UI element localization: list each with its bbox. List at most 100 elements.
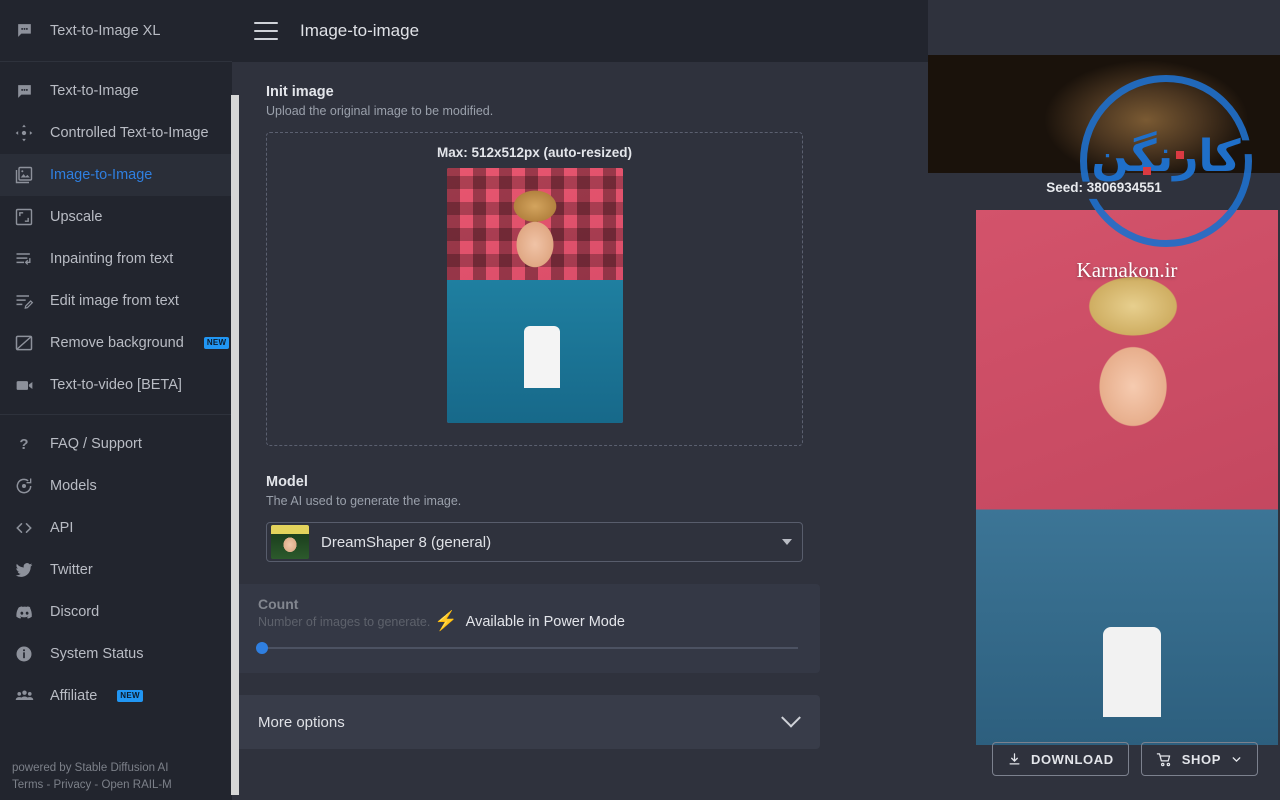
shopping-cart-icon <box>1156 751 1173 768</box>
download-icon <box>1007 752 1022 767</box>
sidebar-item-label: Edit image from text <box>50 293 179 309</box>
previous-result-strip[interactable] <box>928 55 1280 173</box>
sidebar-item-edit-image-from-text[interactable]: Edit image from text <box>0 280 232 322</box>
sidebar-footer: powered by Stable Diffusion AI Terms - P… <box>0 754 232 800</box>
sidebar-item-affiliate[interactable]: Affiliate NEW <box>0 675 232 717</box>
sidebar-header[interactable]: Text-to-Image XL <box>0 0 232 62</box>
chevron-down-icon[interactable] <box>1230 753 1243 766</box>
status-badge: NEW <box>203 337 230 349</box>
download-button-label: DOWNLOAD <box>1030 751 1114 767</box>
sidebar-item-label: Remove background <box>50 335 184 351</box>
powered-by-text: powered by Stable Diffusion AI <box>12 762 169 774</box>
chat-bubble-icon <box>12 79 36 103</box>
chevron-down-icon[interactable] <box>781 707 801 728</box>
settings-form: Init image Upload the original image to … <box>234 84 866 749</box>
sidebar-item-label: Upscale <box>50 209 103 225</box>
sidebar-divider <box>0 414 232 415</box>
init-image-title: Init image <box>266 84 334 100</box>
more-options-label: More options <box>258 713 345 731</box>
sidebar: Text-to-Image XL Text-to-Image Controlle… <box>0 0 239 800</box>
edit-lines-icon <box>12 289 36 313</box>
sidebar-item-discord[interactable]: Discord <box>0 591 232 633</box>
page-title: Image-to-image <box>300 21 420 40</box>
sidebar-item-api[interactable]: API <box>0 507 232 549</box>
model-avatar <box>271 525 309 559</box>
sidebar-item-label: Text-to-Image <box>50 83 139 99</box>
chat-bubble-icon <box>12 21 36 40</box>
sidebar-scroll-area: Text-to-Image Controlled Text-to-Image I… <box>0 62 232 754</box>
overlay-watermark-text: Karnakon.ir <box>1076 258 1178 282</box>
sidebar-item-label: Text-to-video [BETA] <box>50 377 182 393</box>
sidebar-item-label: FAQ / Support <box>50 436 142 452</box>
model-section: Model The AI used to generate the image.… <box>266 474 866 562</box>
inpaint-icon <box>12 247 36 271</box>
sidebar-item-models[interactable]: Models <box>0 465 232 507</box>
twitter-bird-icon <box>12 558 36 582</box>
previous-result-image <box>928 55 1280 173</box>
image-icon <box>12 163 36 187</box>
hamburger-icon[interactable] <box>254 22 278 40</box>
power-mode-label: Available in Power Mode <box>465 613 625 630</box>
sidebar-item-inpainting-from-text[interactable]: Inpainting from text <box>0 238 232 280</box>
sidebar-item-label: API <box>50 520 74 536</box>
sidebar-item-label: System Status <box>50 646 144 662</box>
init-image-subtitle: Upload the original image to be modified… <box>266 104 494 118</box>
preview-panel: Seed: 3806934551 Karnakon.ir DOWNLOAD SH… <box>928 0 1280 800</box>
power-mode-notice: ⚡ Available in Power Mode <box>434 612 625 631</box>
sidebar-item-label: Models <box>50 478 97 494</box>
expand-icon <box>12 205 36 229</box>
count-title: Count <box>258 596 299 612</box>
svg-text:?: ? <box>19 436 28 453</box>
generated-image[interactable]: Karnakon.ir <box>976 210 1278 745</box>
sidebar-item-controlled-text-to-image[interactable]: Controlled Text-to-Image <box>0 112 232 154</box>
sidebar-scrollbar[interactable] <box>231 95 239 795</box>
model-title: Model <box>266 474 308 490</box>
model-select[interactable]: DreamShaper 8 (general) <box>266 522 803 562</box>
remove-bg-icon <box>12 331 36 355</box>
discord-icon <box>12 600 36 624</box>
app-root: Text-to-Image XL Text-to-Image Controlle… <box>0 0 1280 800</box>
slider-track <box>258 647 798 649</box>
shop-button[interactable]: SHOP <box>1140 742 1258 776</box>
sidebar-item-faq-support[interactable]: ? FAQ / Support <box>0 423 232 465</box>
init-image-section: Init image Upload the original image to … <box>266 84 866 446</box>
seed-label: Seed: 3806934551 <box>1046 180 1162 195</box>
dropzone-max-label: Max: 512x512px (auto-resized) <box>436 145 633 160</box>
sidebar-item-label: Controlled Text-to-Image <box>50 125 209 141</box>
sidebar-item-label: Discord <box>50 604 100 620</box>
question-mark-icon: ? <box>12 432 36 456</box>
chevron-down-icon[interactable] <box>782 539 792 545</box>
sidebar-item-label: Inpainting from text <box>50 251 174 267</box>
count-section: Count Number of images to generate. ⚡ Av… <box>234 584 820 673</box>
model-subtitle: The AI used to generate the image. <box>266 494 462 508</box>
sidebar-item-image-to-image[interactable]: Image-to-Image <box>0 154 232 196</box>
sidebar-item-text-to-video[interactable]: Text-to-video [BETA] <box>0 364 232 406</box>
result-actions: DOWNLOAD SHOP <box>928 742 1280 776</box>
sidebar-item-remove-background[interactable]: Remove background NEW <box>0 322 232 364</box>
sidebar-item-label: Affiliate <box>50 688 98 704</box>
shop-button-label: SHOP <box>1181 751 1221 767</box>
download-button[interactable]: DOWNLOAD <box>991 742 1129 776</box>
sidebar-item-label: Image-to-Image <box>50 167 153 183</box>
init-image-thumbnail[interactable] <box>446 168 623 423</box>
init-image-dropzone[interactable]: Max: 512x512px (auto-resized) <box>266 132 803 446</box>
video-camera-icon <box>12 373 36 397</box>
model-thumbnail <box>271 525 309 559</box>
count-slider[interactable] <box>256 641 798 655</box>
people-group-icon <box>12 684 36 708</box>
sidebar-item-label: Twitter <box>50 562 93 578</box>
init-image-photo <box>446 168 623 423</box>
footer-links[interactable]: Terms - Privacy - Open RAIL-M <box>12 777 232 794</box>
generated-image-photo <box>976 210 1278 745</box>
sidebar-item-twitter[interactable]: Twitter <box>0 549 232 591</box>
sidebar-item-upscale[interactable]: Upscale <box>0 196 232 238</box>
control-move-icon <box>12 121 36 145</box>
sidebar-item-system-status[interactable]: System Status <box>0 633 232 675</box>
sidebar-item-text-to-image[interactable]: Text-to-Image <box>0 70 232 112</box>
code-brackets-icon <box>12 516 36 540</box>
lightning-bolt-icon: ⚡ <box>434 611 458 632</box>
more-options-toggle[interactable]: More options <box>234 695 820 749</box>
sidebar-header-label: Text-to-Image XL <box>50 22 161 39</box>
models-icon <box>12 474 36 498</box>
slider-knob[interactable] <box>256 642 268 654</box>
